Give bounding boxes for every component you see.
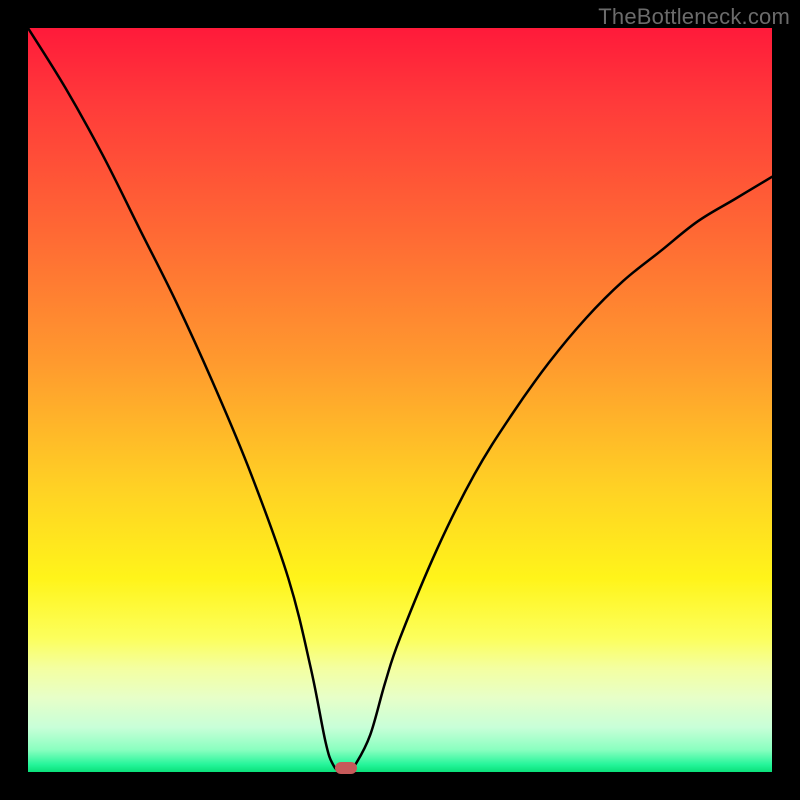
bottleneck-curve-path xyxy=(28,28,772,772)
plot-area xyxy=(28,28,772,772)
curve-svg xyxy=(28,28,772,772)
optimum-marker xyxy=(335,762,357,774)
watermark-text: TheBottleneck.com xyxy=(598,4,790,30)
chart-frame: TheBottleneck.com xyxy=(0,0,800,800)
